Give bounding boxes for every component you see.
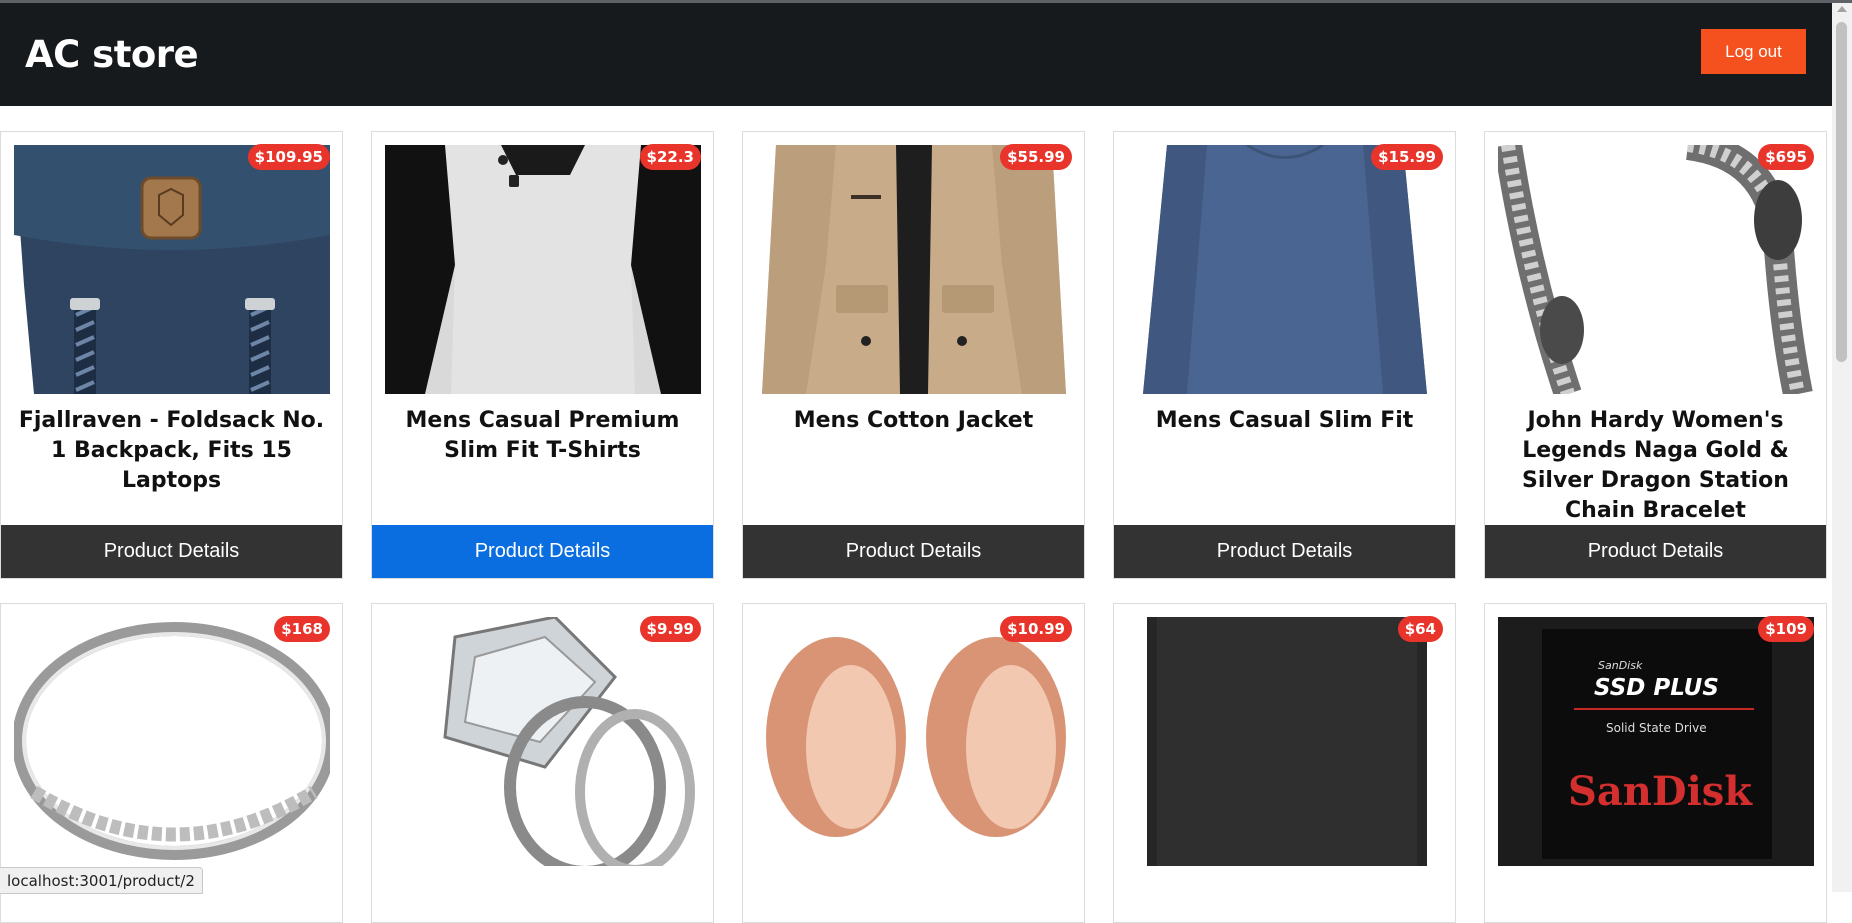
scrollbar-thumb[interactable] [1836,22,1847,362]
jacket-image[interactable] [756,145,1072,394]
product-card: SanDisk SSD PLUS Solid State Drive SanDi… [1484,603,1827,923]
product-card: $109.95 Fjallraven - Foldsack No. 1 Back… [0,131,343,579]
backpack-image[interactable] [14,145,330,394]
hard-drive-image[interactable] [1127,617,1443,866]
product-card: $9.99 [371,603,714,923]
logout-button[interactable]: Log out [1701,29,1806,74]
price-badge: $10.99 [1000,616,1072,642]
status-bar-url: localhost:3001/product/2 [0,867,203,894]
price-badge: $22.3 [639,144,701,170]
ssd-brand-logo: SanDisk [1568,768,1753,815]
ssd-subtitle: Solid State Drive [1606,721,1707,735]
brand-title[interactable]: AC store [25,33,199,76]
longsleeve-image[interactable] [1127,145,1443,394]
product-title: Mens Cotton Jacket [793,408,1034,433]
product-details-button[interactable]: Product Details [372,525,713,578]
product-title: Fjallraven - Foldsack No. 1 Backpack, Fi… [18,408,325,493]
price-badge: $109.95 [247,144,330,170]
ssd-image[interactable]: SanDisk SSD PLUS Solid State Drive SanDi… [1498,617,1814,866]
diamond-ring-image[interactable] [385,617,701,866]
scroll-up-arrow-icon[interactable] [1837,6,1847,12]
product-details-button[interactable]: Product Details [743,525,1084,578]
product-title: Mens Casual Slim Fit [1155,408,1414,433]
bracelet-image[interactable] [1498,145,1814,394]
rose-gold-tunnels-image[interactable] [756,617,1072,866]
ssd-brand-small: SanDisk [1598,659,1643,672]
tshirt-image[interactable] [385,145,701,394]
ring-band-image[interactable] [14,617,330,866]
app-header: AC store Log out [0,3,1832,106]
price-badge: $9.99 [639,616,701,642]
price-badge: $695 [1758,144,1814,170]
ssd-model: SSD PLUS [1594,675,1719,701]
product-card: $22.3 Mens Casual Premium Slim Fit T-Shi… [371,131,714,579]
product-card: $10.99 [742,603,1085,923]
price-badge: $168 [274,616,330,642]
product-title: John Hardy Women's Legends Naga Gold & S… [1522,408,1789,523]
product-details-button[interactable]: Product Details [1485,525,1826,578]
product-title: Mens Casual Premium Slim Fit T-Shirts [405,408,680,463]
price-badge: $64 [1397,616,1443,642]
price-badge: $109 [1758,616,1814,642]
product-card: $64 [1113,603,1456,923]
product-card: $695 John Hardy Women's Legends Naga Gol… [1484,131,1827,579]
price-badge: $15.99 [1371,144,1443,170]
product-details-button[interactable]: Product Details [1114,525,1455,578]
product-details-button[interactable]: Product Details [1,525,342,578]
product-card: $55.99 Mens Cotton Jacket Product Detail… [742,131,1085,579]
product-card: $15.99 Mens Casual Slim Fit Product Deta… [1113,131,1456,579]
price-badge: $55.99 [1000,144,1072,170]
